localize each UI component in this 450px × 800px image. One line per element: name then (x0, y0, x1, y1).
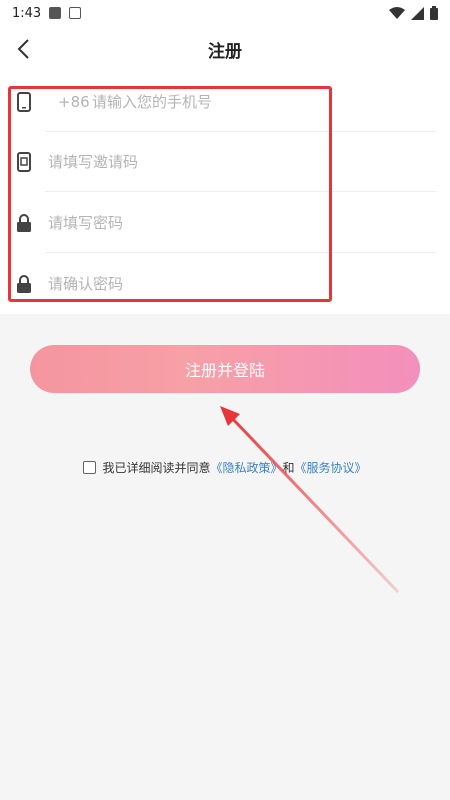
register-form: +86 (0, 72, 450, 314)
phone-icon (14, 92, 34, 112)
agreement: 我已详细阅读并同意 《隐私政策》 和 《服务协议》 (0, 459, 450, 476)
lock-icon (14, 274, 34, 294)
back-arrow-icon (17, 39, 29, 59)
battery-icon (430, 6, 438, 20)
confirm-password-input[interactable] (48, 269, 408, 299)
divider (45, 252, 436, 253)
password-row (0, 193, 450, 253)
invite-code-icon (14, 152, 34, 172)
register-login-button[interactable]: 注册并登陆 (30, 345, 420, 393)
invite-code-input[interactable] (48, 147, 408, 177)
page-title: 注册 (208, 41, 242, 62)
privacy-policy-link[interactable]: 《隐私政策》 (210, 459, 282, 476)
divider (45, 191, 436, 192)
app-notification-icon (69, 7, 82, 19)
agreement-text: 我已详细阅读并同意 (102, 461, 211, 475)
wifi-icon (389, 6, 405, 19)
register-screen: 1:43 注册 +86 请输入您的手机号 请填写邀请码 注册并登陆 我已详细阅读… (0, 0, 450, 800)
password-input[interactable] (48, 208, 408, 238)
status-bar: 1:43 (0, 0, 450, 26)
agreement-checkbox[interactable] (83, 461, 97, 474)
phone-row: +86 (0, 72, 450, 132)
lock-icon (14, 213, 34, 233)
service-agreement-link[interactable]: 《服务协议》 (295, 459, 367, 476)
title-bar: 注册 (0, 26, 450, 72)
phone-prefix: +86 (58, 93, 90, 111)
back-button[interactable] (8, 34, 38, 64)
invite-row (0, 132, 450, 192)
status-icons (389, 6, 438, 20)
signal-icon (411, 6, 424, 20)
agreement-and: 和 (282, 461, 295, 475)
status-time: 1:43 (12, 5, 42, 21)
confirm-password-row (0, 254, 450, 314)
notification-square-icon (49, 7, 62, 19)
phone-input[interactable] (92, 87, 450, 117)
